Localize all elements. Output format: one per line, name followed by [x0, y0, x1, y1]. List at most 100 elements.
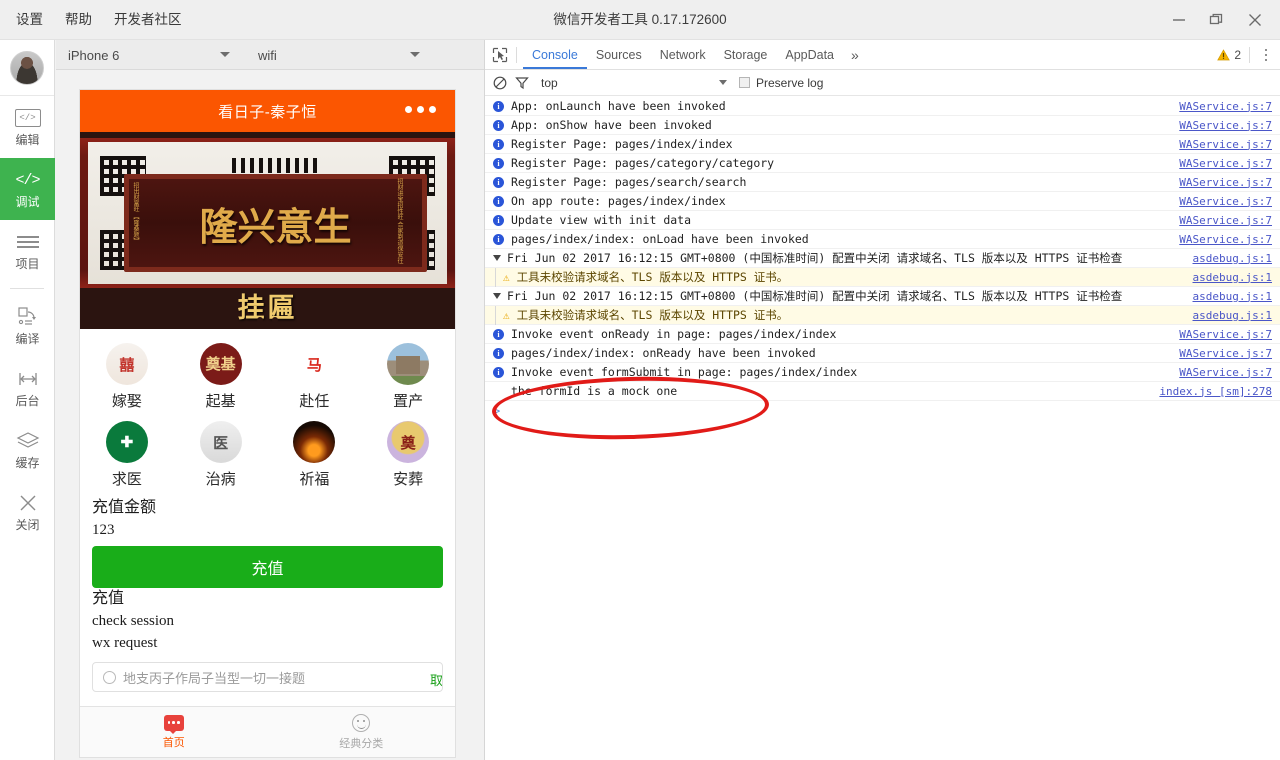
console-row[interactable]: i Register Page: pages/index/index WASer… — [485, 135, 1280, 154]
log-source-link[interactable]: asdebug.js:1 — [1193, 252, 1272, 265]
grid-item-foundation[interactable]: 奠基 起基 — [174, 337, 268, 415]
log-source-link[interactable]: WAService.js:7 — [1179, 119, 1272, 132]
log-message: Register Page: pages/category/category — [511, 156, 775, 170]
console-group-row[interactable]: Fri Jun 02 2017 16:12:15 GMT+0800 (中国标准时… — [485, 287, 1280, 306]
avatar-container[interactable] — [0, 40, 54, 96]
console-row[interactable]: i App: onLaunch have been invoked WAServ… — [485, 97, 1280, 116]
rail-item-close[interactable]: 关闭 — [0, 481, 55, 543]
console-row[interactable]: i App: onShow have been invoked WAServic… — [485, 116, 1280, 135]
console-group-row[interactable]: Fri Jun 02 2017 16:12:15 GMT+0800 (中国标准时… — [485, 249, 1280, 268]
console-row[interactable]: i Invoke event formSubmit in page: pages… — [485, 363, 1280, 382]
console-output[interactable]: i App: onLaunch have been invoked WAServ… — [485, 97, 1280, 760]
expand-triangle-icon[interactable] — [493, 255, 501, 261]
form-line-check-session: check session — [92, 613, 175, 629]
log-source-link[interactable]: asdebug.js:1 — [1193, 271, 1272, 284]
console-row[interactable]: i On app route: pages/index/index WAServ… — [485, 192, 1280, 211]
rail-label-debug: 调试 — [15, 195, 40, 209]
amount-input[interactable]: 123 — [92, 519, 443, 541]
simulator-area: 看日子-秦子恒 隆兴意生 招出财富旺 【隆桑题】 招财进宝招性旺 合家剃道保安往… — [56, 71, 484, 760]
devtools-panel: Console Sources Network Storage AppData … — [485, 40, 1280, 760]
log-source-link[interactable]: WAService.js:7 — [1179, 157, 1272, 170]
log-source-link[interactable]: index.js [sm]:278 — [1159, 385, 1272, 398]
chevron-down-icon — [410, 52, 420, 57]
grid-label: 求医 — [111, 471, 142, 488]
grid-item-burial[interactable]: 奠 安葬 — [361, 415, 455, 493]
tab-network[interactable]: Network — [651, 40, 715, 69]
log-source-link[interactable]: WAService.js:7 — [1179, 233, 1272, 246]
rail-item-cache[interactable]: 缓存 — [0, 419, 55, 481]
app-window: 设置 帮助 开发者社区 微信开发者工具 0.17.172600 </> 编辑 <… — [0, 0, 1280, 760]
property-house-icon — [387, 343, 430, 385]
tab-console[interactable]: Console — [523, 40, 587, 69]
tab-home[interactable]: 首页 — [80, 707, 268, 757]
chevron-down-icon[interactable] — [719, 80, 727, 85]
log-source-link[interactable]: WAService.js:7 — [1179, 366, 1272, 379]
inspect-cursor-icon[interactable] — [485, 40, 515, 70]
grid-item-pray[interactable]: 祈福 — [268, 415, 362, 493]
tab-appdata[interactable]: AppData — [776, 40, 843, 69]
avatar[interactable] — [10, 50, 44, 85]
carousel-dots[interactable] — [80, 317, 455, 323]
console-row[interactable]: i Register Page: pages/search/search WAS… — [485, 173, 1280, 192]
console-prompt[interactable]: > — [485, 401, 1280, 420]
rail-item-compile[interactable]: 编译 — [0, 295, 55, 357]
preserve-log-label: Preserve log — [756, 75, 824, 90]
log-source-link[interactable]: WAService.js:7 — [1179, 214, 1272, 227]
code-box-icon: </> — [14, 107, 41, 129]
warning-badge[interactable]: 2 — [1217, 48, 1241, 62]
console-row[interactable]: i Register Page: pages/category/category… — [485, 154, 1280, 173]
search-icon — [103, 670, 116, 684]
log-source-link[interactable]: WAService.js:7 — [1179, 195, 1272, 208]
form-line-recharge: 充值 — [92, 590, 125, 607]
grid-item-cure[interactable]: 医 治病 — [174, 415, 268, 493]
console-warning-row[interactable]: ⚠ 工具未校验请求域名、TLS 版本以及 HTTPS 证书。 asdebug.j… — [485, 268, 1280, 287]
context-selector[interactable]: top — [541, 76, 558, 90]
log-source-link[interactable]: WAService.js:7 — [1179, 328, 1272, 341]
tab-sources[interactable]: Sources — [587, 40, 651, 69]
rail-item-debug[interactable]: </> 调试 — [0, 158, 55, 220]
rail-item-background[interactable]: 后台 — [0, 357, 55, 419]
rail-item-edit[interactable]: </> 编辑 — [0, 96, 55, 158]
preserve-log-checkbox[interactable] — [739, 77, 750, 88]
appointment-seal-icon: 马 — [293, 343, 336, 385]
search-input[interactable]: 地支丙子作局子当型一切一接题 — [123, 668, 305, 687]
more-dots-icon[interactable] — [405, 106, 436, 113]
grid-item-medical[interactable]: ✚ 求医 — [80, 415, 174, 493]
close-button[interactable] — [1236, 0, 1274, 40]
console-row[interactable]: i pages/index/index: onLoad have been in… — [485, 230, 1280, 249]
preserve-log-control[interactable]: Preserve log — [739, 76, 823, 90]
log-source-link[interactable]: WAService.js:7 — [1179, 138, 1272, 151]
network-select[interactable]: wifi — [246, 40, 436, 70]
code-brackets-icon: </> — [15, 171, 40, 189]
grid-item-property[interactable]: 置产 — [361, 337, 455, 415]
tab-storage[interactable]: Storage — [715, 40, 777, 69]
console-row[interactable]: i the formId is a mock one index.js [sm]… — [485, 382, 1280, 401]
log-source-link[interactable]: asdebug.js:1 — [1193, 290, 1272, 303]
log-source-link[interactable]: asdebug.js:1 — [1193, 309, 1272, 322]
toolbar-divider — [1249, 47, 1250, 63]
search-bar[interactable]: 地支丙子作局子当型一切一接题 取消 — [92, 662, 443, 692]
console-row[interactable]: i Update view with init data WAService.j… — [485, 211, 1280, 230]
expand-triangle-icon[interactable] — [493, 293, 501, 299]
rail-item-project[interactable]: 项目 — [0, 220, 55, 282]
more-tabs-button[interactable]: » — [843, 47, 867, 63]
toolbar-divider — [516, 46, 517, 63]
device-select[interactable]: iPhone 6 — [56, 40, 246, 70]
banner-image[interactable]: 隆兴意生 招出财富旺 【隆桑题】 招财进宝招性旺 合家剃道保安往 挂匾 — [80, 132, 455, 329]
console-warning-row[interactable]: ⚠ 工具未校验请求域名、TLS 版本以及 HTTPS 证书。 asdebug.j… — [485, 306, 1280, 325]
console-row[interactable]: i Invoke event onReady in page: pages/in… — [485, 325, 1280, 344]
grid-label: 治病 — [205, 471, 236, 488]
grid-item-appointment[interactable]: 马 赴任 — [268, 337, 362, 415]
vertical-dots-icon[interactable] — [1258, 45, 1274, 65]
log-source-link[interactable]: WAService.js:7 — [1179, 100, 1272, 113]
restore-button[interactable] — [1198, 0, 1236, 40]
recharge-button[interactable]: 充值 — [92, 546, 443, 588]
grid-item-wedding[interactable]: 囍 嫁娶 — [80, 337, 174, 415]
search-cancel-button[interactable]: 取消 — [430, 670, 442, 689]
tab-category[interactable]: 经典分类 — [268, 707, 456, 757]
console-row[interactable]: i pages/index/index: onReady have been i… — [485, 344, 1280, 363]
log-source-link[interactable]: WAService.js:7 — [1179, 347, 1272, 360]
prayer-candles-icon — [293, 421, 336, 463]
minimize-button[interactable] — [1160, 0, 1198, 40]
log-source-link[interactable]: WAService.js:7 — [1179, 176, 1272, 189]
